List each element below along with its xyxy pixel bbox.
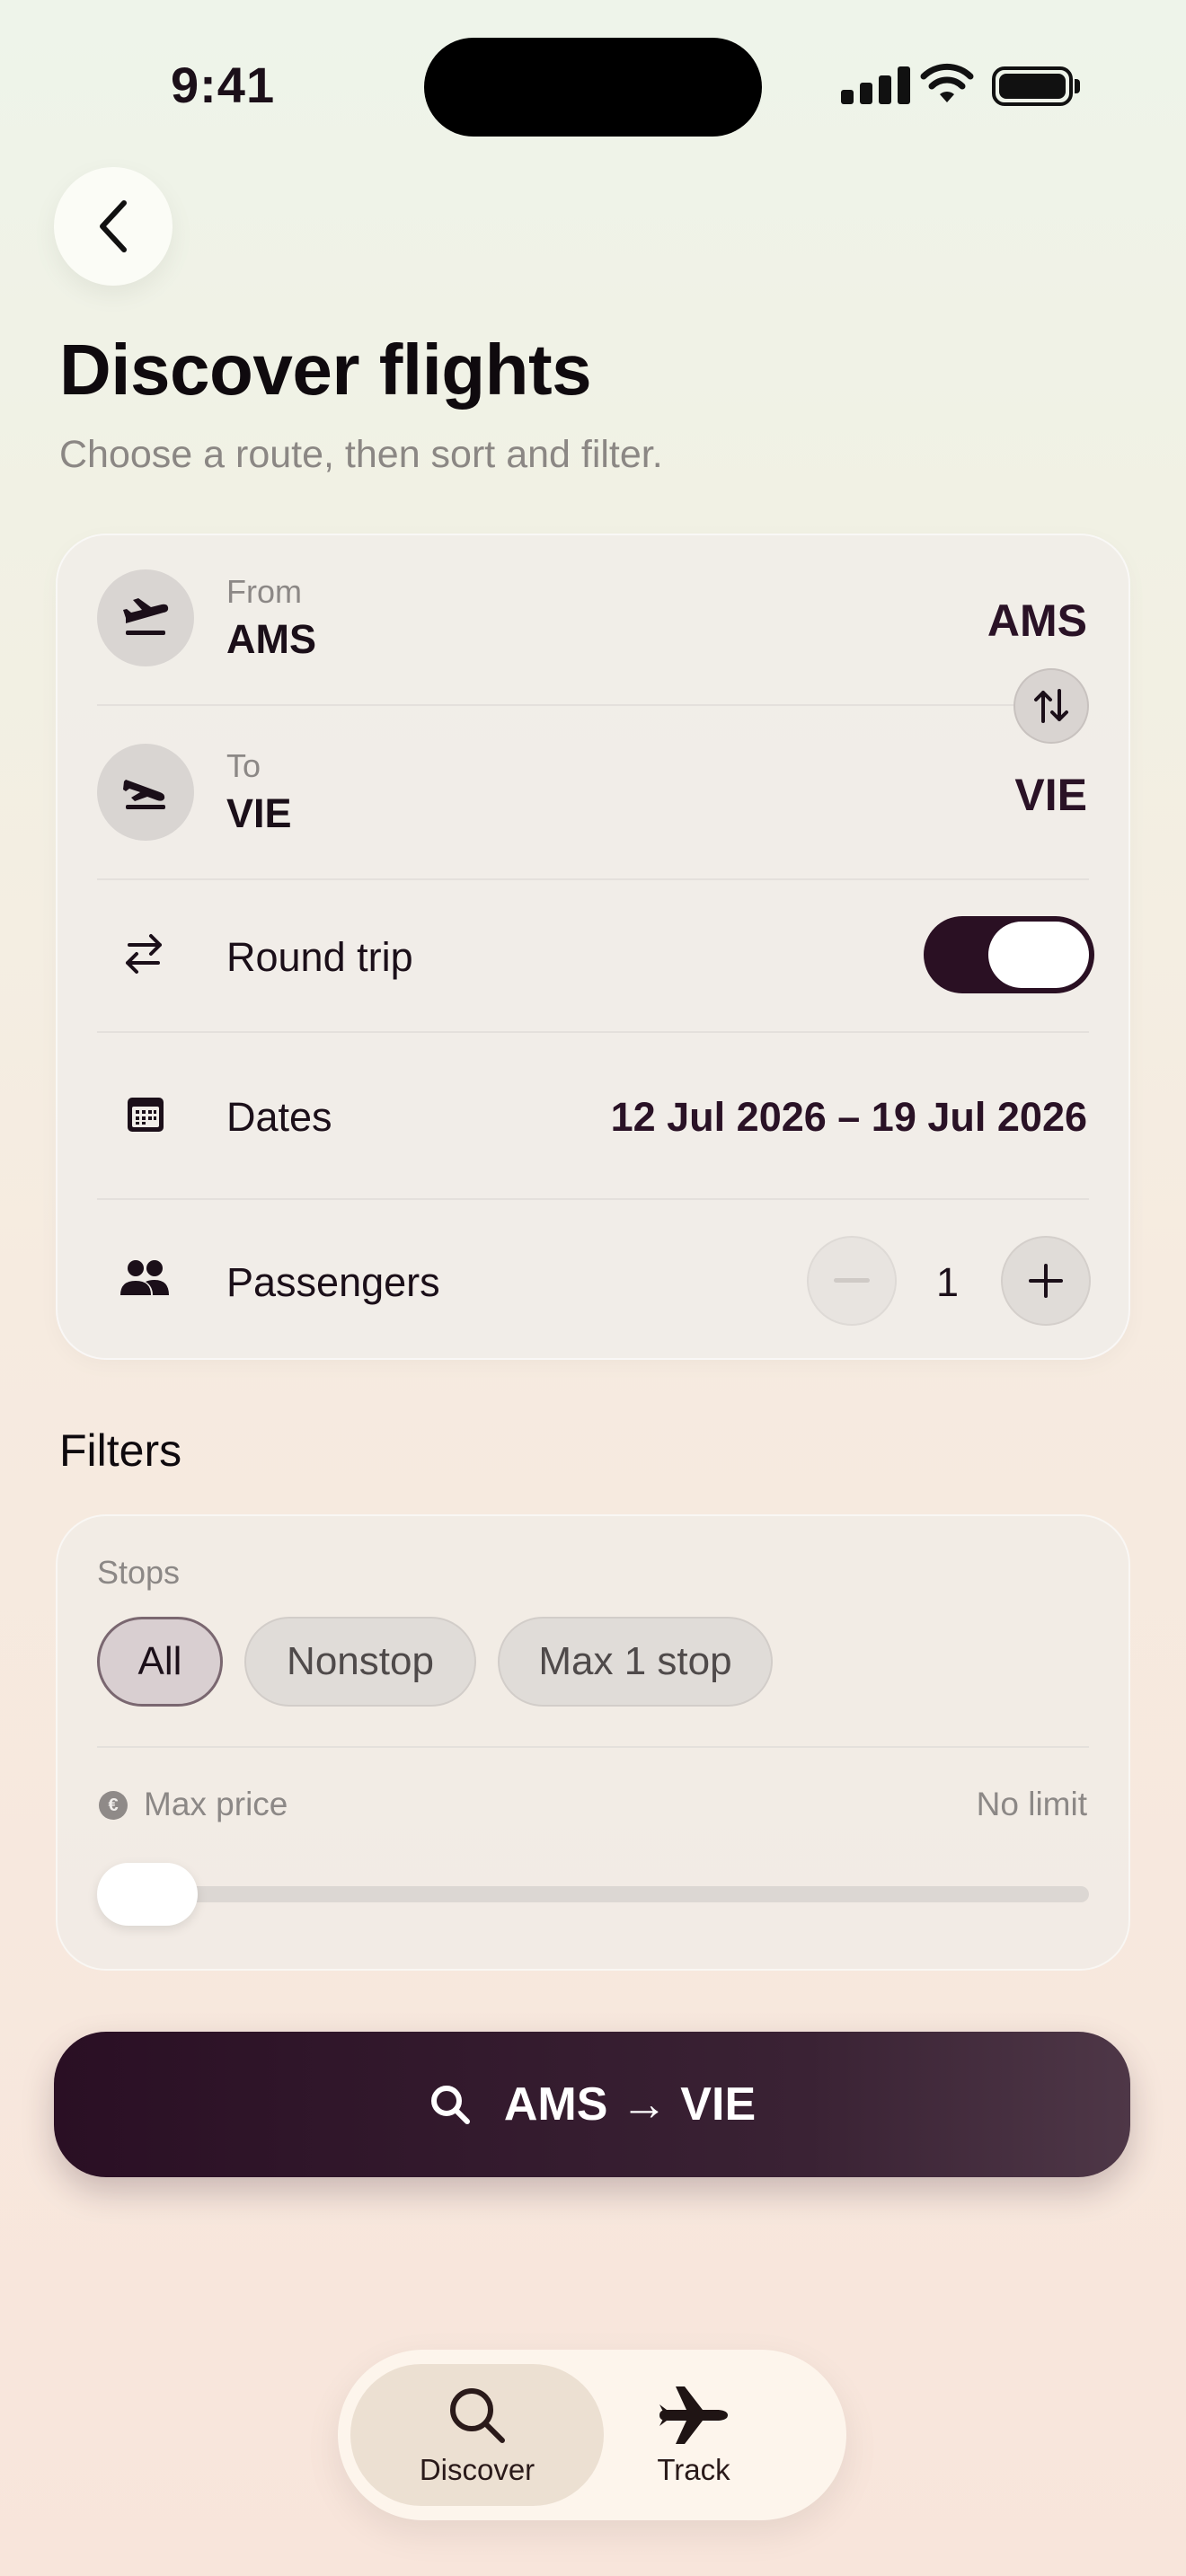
takeoff-icon [97,569,194,666]
divider [97,1198,1089,1200]
swap-route-button[interactable] [1013,668,1089,744]
back-button[interactable] [54,167,173,286]
to-label: To [226,747,261,784]
from-value[interactable]: AMS [226,616,316,663]
toggle-knob [988,922,1089,988]
page-subtitle: Choose a route, then sort and filter. [59,433,663,476]
max-price-value: No limit [976,1786,1087,1822]
round-trip-toggle[interactable] [924,916,1094,993]
divider [97,1746,1089,1748]
search-icon [450,2388,505,2443]
chevron-left-icon [100,200,127,252]
passengers-label: Passengers [226,1259,440,1305]
tab-discover[interactable]: Discover [350,2364,604,2506]
price-slider-thumb[interactable] [97,1863,198,1926]
battery-icon [992,66,1073,106]
price-slider-track[interactable] [97,1886,1089,1902]
tab-bar: Discover Track [338,2350,846,2520]
wifi-icon [920,63,974,109]
search-flights-button[interactable]: AMS → VIE [54,2032,1130,2177]
swap-vertical-icon [1034,689,1068,723]
euro-icon: € [99,1791,128,1820]
calendar-icon [126,1094,165,1138]
minus-icon [834,1278,870,1283]
airplane-icon [659,2386,728,2444]
round-trip-icon [120,931,167,982]
people-icon [119,1257,171,1301]
dates-value[interactable]: 12 Jul 2026 – 19 Jul 2026 [611,1094,1087,1141]
battery-tip [1075,79,1080,93]
search-icon [430,2086,470,2124]
passengers-count: 1 [936,1259,960,1305]
filters-heading: Filters [59,1425,182,1476]
from-label: From [226,573,302,610]
landing-icon [97,744,194,841]
tab-track-label: Track [657,2453,730,2486]
status-time: 9:41 [171,57,276,113]
divider [97,878,1089,880]
dynamic-island [424,38,762,137]
decrement-passengers-button[interactable] [807,1236,897,1326]
from-code[interactable]: AMS [987,595,1087,647]
to-value[interactable]: VIE [226,790,292,837]
search-button-label: AMS → VIE [503,2078,757,2130]
tab-discover-label: Discover [419,2453,535,2486]
round-trip-label: Round trip [226,934,413,980]
max-price-label: Max price [144,1786,288,1822]
dates-label: Dates [226,1094,332,1140]
stops-chip-all[interactable]: All [97,1617,223,1707]
increment-passengers-button[interactable] [1001,1236,1091,1326]
page-title: Discover flights [59,330,592,410]
divider [97,704,1089,706]
stops-chip-max-1-stop[interactable]: Max 1 stop [498,1617,773,1707]
stops-label: Stops [97,1554,181,1591]
stops-chip-nonstop[interactable]: Nonstop [244,1617,476,1707]
plus-icon [1029,1264,1063,1298]
tab-track[interactable]: Track [595,2364,792,2506]
cellular-signal-icon [841,65,910,104]
divider [97,1031,1089,1033]
to-code[interactable]: VIE [1014,769,1087,821]
